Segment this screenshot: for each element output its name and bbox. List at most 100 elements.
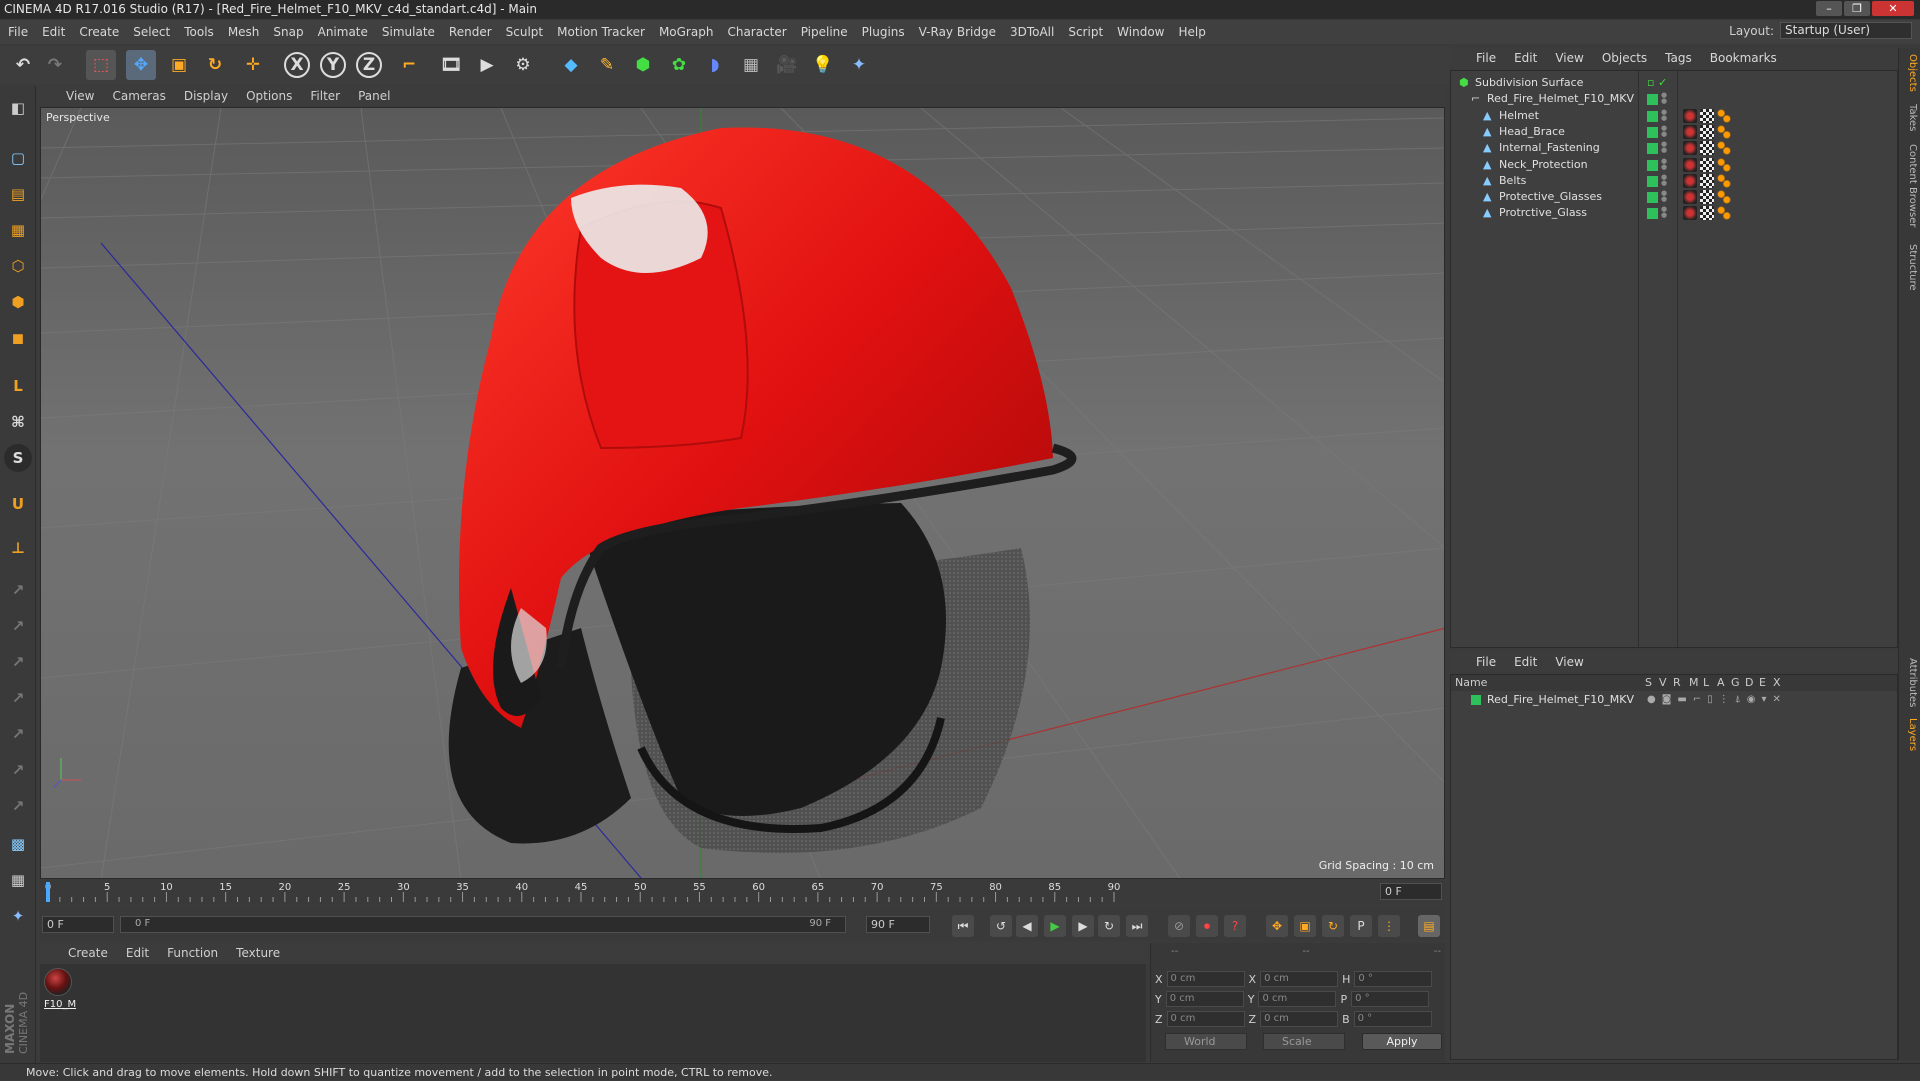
go-to-start-icon[interactable]: ⏮ (952, 915, 974, 937)
phong-tag-icon[interactable] (1717, 190, 1731, 205)
tab-attributes[interactable]: Attributes (1902, 658, 1918, 707)
menu-script[interactable]: Script (1068, 25, 1103, 39)
texture-mode-icon[interactable]: ▤ (4, 180, 32, 208)
transform-tool-icon[interactable]: ✛ (238, 50, 268, 80)
object-menu-edit[interactable]: Edit (1514, 51, 1537, 65)
menu-window[interactable]: Window (1117, 25, 1164, 39)
material-menu-edit[interactable]: Edit (126, 946, 149, 960)
points-mode-icon[interactable]: ⬡ (4, 252, 32, 280)
material-tag-icon[interactable] (1683, 206, 1697, 221)
layer-color-icon[interactable] (1647, 159, 1658, 171)
minimize-button[interactable]: – (1816, 1, 1842, 16)
uvw-tag-icon[interactable] (1700, 141, 1714, 156)
material-menu-create[interactable]: Create (68, 946, 108, 960)
phong-tag-icon[interactable] (1717, 206, 1731, 221)
maximize-button[interactable]: ❐ (1844, 1, 1870, 16)
tweak-mode-icon[interactable]: ⌘ (4, 408, 32, 436)
object-menu-objects[interactable]: Objects (1602, 51, 1647, 65)
menu-motion-tracker[interactable]: Motion Tracker (557, 25, 645, 39)
layer-toggles[interactable]: ●◙▬⌐▯⋮⍋◉▾✕ (1647, 691, 1787, 709)
menu-snap[interactable]: Snap (273, 25, 303, 39)
object-menu-file[interactable]: File (1476, 51, 1496, 65)
scale-tool-icon[interactable]: ▣ (164, 50, 194, 80)
tab-takes[interactable]: Takes (1902, 104, 1918, 131)
menu-sculpt[interactable]: Sculpt (506, 25, 543, 39)
polygons-mode-icon[interactable]: ◼ (4, 324, 32, 352)
layer-name[interactable]: Red_Fire_Helmet_F10_MKV (1487, 691, 1634, 709)
size-y-field[interactable]: 0 cm (1258, 991, 1337, 1007)
layer-color-icon[interactable] (1647, 126, 1658, 138)
layer-color-icon[interactable] (1647, 110, 1658, 122)
next-key-icon[interactable]: ↻ (1098, 915, 1120, 937)
render-view-icon[interactable]: 🎞 (436, 50, 466, 80)
pinch-brush-icon[interactable]: ↗ (4, 648, 32, 676)
workplane-icon[interactable]: ▦ (4, 216, 32, 244)
parameter-key-icon[interactable]: P (1350, 915, 1372, 937)
menu-pipeline[interactable]: Pipeline (801, 25, 848, 39)
layer-menu-view[interactable]: View (1555, 655, 1583, 669)
pos-x-field[interactable]: 0 cm (1166, 971, 1245, 987)
menu-create[interactable]: Create (79, 25, 119, 39)
previous-frame-icon[interactable]: ◀ (1016, 915, 1038, 937)
light-icon[interactable]: 💡 (808, 50, 838, 80)
next-frame-icon[interactable]: ▶ (1072, 915, 1094, 937)
visibility-dots-icon[interactable]: ● ● (1661, 92, 1667, 105)
layer-color-icon[interactable] (1647, 94, 1658, 106)
material-tag-icon[interactable] (1683, 141, 1697, 156)
phong-tag-icon[interactable] (1717, 157, 1731, 172)
keyframe-selection-icon[interactable]: ? (1224, 915, 1246, 937)
menu-mograph[interactable]: MoGraph (659, 25, 714, 39)
uvw-tag-icon[interactable] (1700, 124, 1714, 139)
menu-animate[interactable]: Animate (318, 25, 368, 39)
rotation-key-icon[interactable]: ↻ (1322, 915, 1344, 937)
paint-brush-icon[interactable]: ▩ (4, 830, 32, 858)
layout-dropdown[interactable]: Startup (User) (1780, 22, 1912, 39)
uvw-tag-icon[interactable] (1700, 173, 1714, 188)
rot-b-field[interactable]: 0 ° (1353, 1011, 1432, 1027)
playhead[interactable] (46, 882, 50, 902)
apply-button[interactable]: Apply (1362, 1033, 1442, 1050)
viewport-menu-view[interactable]: View (66, 89, 94, 103)
undo-icon[interactable]: ↶ (8, 50, 38, 80)
size-x-field[interactable]: 0 cm (1260, 971, 1339, 987)
menu-3dtoall[interactable]: 3DToAll (1010, 25, 1054, 39)
size-z-field[interactable]: 0 cm (1260, 1011, 1339, 1027)
menu-render[interactable]: Render (449, 25, 492, 39)
close-button[interactable]: ✕ (1872, 1, 1914, 16)
menu-file[interactable]: File (8, 25, 28, 39)
material-tag-icon[interactable] (1683, 124, 1697, 139)
record-keys-icon[interactable]: ⊘ (1168, 915, 1190, 937)
viewport-menu-panel[interactable]: Panel (358, 89, 390, 103)
visibility-dots-icon[interactable]: ● ● (1661, 108, 1667, 121)
x-axis-lock-button[interactable]: X (284, 52, 310, 78)
layer-color-icon[interactable] (1647, 175, 1658, 187)
uvw-tag-icon[interactable] (1700, 190, 1714, 205)
viewport-menu-filter[interactable]: Filter (310, 89, 340, 103)
pos-z-field[interactable]: 0 cm (1166, 1011, 1245, 1027)
coordinate-space-dropdown[interactable]: World (1165, 1033, 1247, 1050)
layer-color-icon[interactable] (1647, 192, 1658, 204)
snap-icon[interactable]: S (4, 444, 32, 472)
menu-v-ray-bridge[interactable]: V-Ray Bridge (919, 25, 996, 39)
visibility-dots-icon[interactable]: ● ● (1661, 124, 1667, 137)
redo-icon[interactable]: ↷ (40, 50, 70, 80)
visibility-dots-icon[interactable]: ● ● (1661, 173, 1667, 186)
position-key-icon[interactable]: ✥ (1266, 915, 1288, 937)
tab-content-browser[interactable]: Content Browser (1902, 144, 1918, 227)
visibility-dots-icon[interactable]: ● ● (1661, 157, 1667, 170)
material-tag-icon[interactable] (1683, 157, 1697, 172)
axis-mode-icon[interactable]: L (4, 372, 32, 400)
object-menu-bookmarks[interactable]: Bookmarks (1710, 51, 1777, 65)
material-tag-icon[interactable] (1683, 190, 1697, 205)
material-preview[interactable] (44, 968, 72, 996)
menu-edit[interactable]: Edit (42, 25, 65, 39)
cube-object-icon[interactable]: ◆ (556, 50, 586, 80)
pos-y-field[interactable]: 0 cm (1165, 991, 1244, 1007)
material-name[interactable]: F10_M (44, 999, 76, 1010)
menu-plugins[interactable]: Plugins (862, 25, 905, 39)
timeline-ruler[interactable]: 051015202530354045505560657075808590 0 F (40, 880, 1445, 904)
knife-brush-icon[interactable]: ↗ (4, 792, 32, 820)
smooth-brush-icon[interactable]: ↗ (4, 684, 32, 712)
viewport-menu-display[interactable]: Display (184, 89, 228, 103)
uvw-tag-icon[interactable] (1700, 206, 1714, 221)
